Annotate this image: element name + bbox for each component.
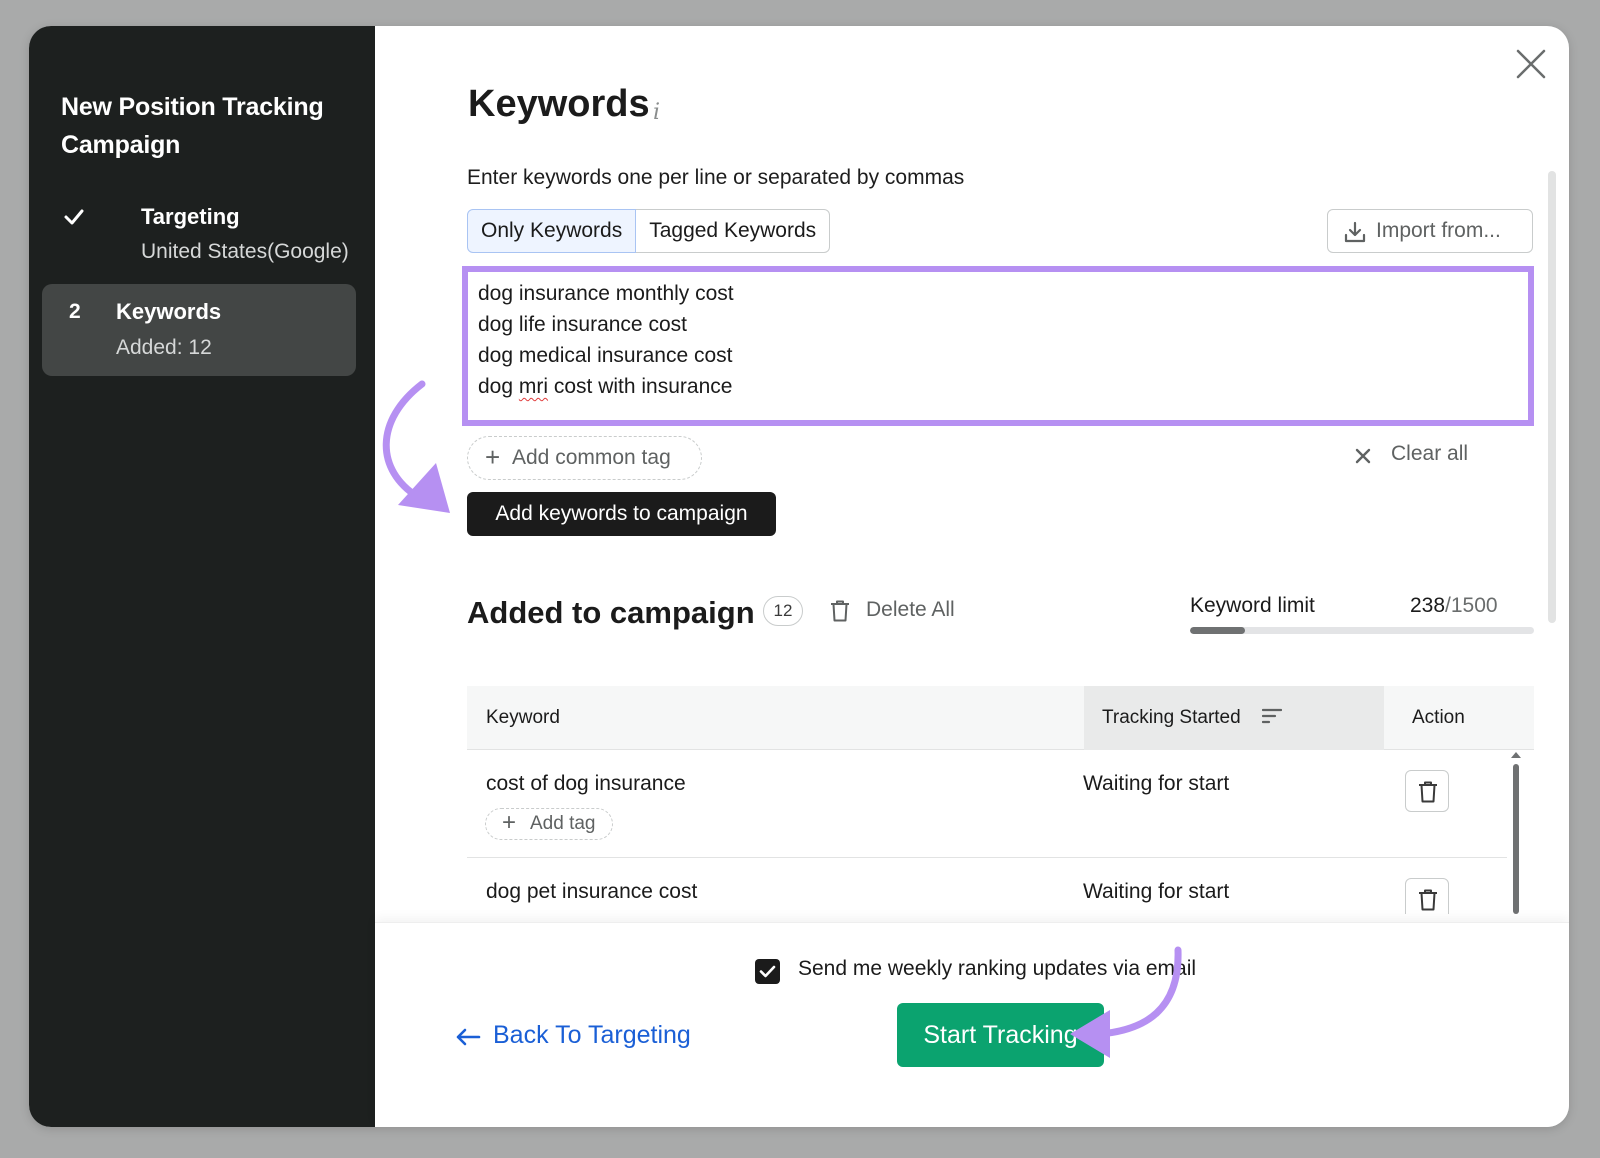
table-row: dog pet insurance cost Waiting for start [467,858,1507,914]
page-title: Keywords [468,83,650,125]
keyword-line: dog mri cost with insurance [478,371,1518,402]
step-targeting[interactable]: Targeting United States(Google) [61,202,361,282]
start-tracking-button[interactable]: Start Tracking [897,1003,1104,1067]
step-keywords-label: Keywords [116,299,222,324]
download-icon [1344,221,1366,243]
column-tracking-label: Tracking Started [1102,707,1241,728]
scroll-up-icon[interactable] [1511,752,1521,758]
table-header: Keyword Tracking Started Action [467,686,1534,750]
step-targeting-label: Targeting [141,204,240,229]
added-section-title: Added to campaign [467,595,755,630]
modal-footer: Send me weekly ranking updates via email… [375,922,1569,1127]
sidebar-title: New Position Tracking Campaign [61,93,324,159]
column-tracking-started[interactable]: Tracking Started [1084,686,1384,750]
add-common-tag-button[interactable]: + Add common tag [467,436,702,480]
close-icon[interactable] [1515,48,1547,80]
sort-icon [1262,708,1282,724]
close-icon [1355,448,1371,464]
back-label: Back To Targeting [493,1021,691,1049]
back-to-targeting-link[interactable]: Back To Targeting [455,1021,691,1050]
check-icon [759,965,776,978]
panel-scrollbar[interactable] [1548,171,1556,623]
keyword-count-badge: 12 [763,596,803,626]
misspelled-word: mri [518,375,549,398]
add-tag-button[interactable]: + Add tag [485,808,613,840]
delete-all-label: Delete All [866,598,955,621]
keywords-instruction: Enter keywords one per line or separated… [467,166,965,189]
plus-icon: + [502,809,517,836]
trash-icon [1419,889,1437,911]
check-icon [64,209,84,225]
keywords-table: Keyword Tracking Started Action cost of … [467,686,1534,914]
clear-all-label: Clear all [1391,442,1469,465]
keyword-limit-label: Keyword limit [1190,594,1315,617]
row-delete-button[interactable] [1405,878,1449,914]
keyword-line: dog medical insurance cost [478,344,733,367]
keyword-text: cost with insurance [548,375,733,398]
row-keyword: dog pet insurance cost [486,880,698,903]
keyword-limit-fill [1190,627,1245,634]
add-tag-label: Add tag [530,813,596,834]
step-number: 2 [69,300,81,323]
row-status: Waiting for start [1083,772,1230,795]
keyword-line: dog insurance monthly cost [478,282,734,305]
keyword-mode-tabs: Only Keywords Tagged Keywords [467,209,831,253]
import-label: Import from... [1376,219,1501,242]
step-keywords-sub: Added: 12 [116,336,212,359]
wizard-sidebar: New Position Tracking Campaign Targeting… [29,26,375,1127]
clear-all-button[interactable]: Clear all [1355,442,1468,466]
row-delete-button[interactable] [1405,770,1449,812]
trash-icon [1419,781,1437,803]
column-keyword: Keyword [486,707,560,728]
tab-tagged-keywords[interactable]: Tagged Keywords [636,209,831,253]
import-button[interactable]: Import from... [1327,209,1533,253]
keyword-limit-bar [1190,627,1534,634]
add-keywords-button[interactable]: Add keywords to campaign [467,492,776,536]
plus-icon: + [485,442,501,472]
trash-icon [831,600,849,622]
keywords-textarea[interactable]: dog insurance monthly cost dog life insu… [462,266,1534,426]
keyword-text: dog [478,375,519,398]
arrow-left-icon [456,1028,481,1046]
table-row: cost of dog insurance + Add tag Waiting … [467,750,1507,858]
keywords-panel: Keywords i Enter keywords one per line o… [375,26,1569,1127]
add-common-tag-label: Add common tag [512,446,671,469]
table-scrollbar[interactable] [1513,764,1519,914]
step-keywords[interactable]: 2 Keywords Added: 12 [42,284,356,376]
limit-used: 238 [1410,594,1446,617]
keyword-line: dog life insurance cost [478,313,687,336]
limit-total: /1500 [1445,594,1498,617]
delete-all-button[interactable]: Delete All [830,598,955,622]
step-targeting-sub: United States(Google) [141,240,349,263]
keyword-limit-value: 238/1500 [1410,594,1498,618]
info-icon[interactable]: i [653,100,660,125]
email-updates-checkbox[interactable] [755,959,780,984]
row-keyword: cost of dog insurance [486,772,686,795]
row-status: Waiting for start [1083,880,1230,903]
column-action: Action [1412,707,1465,728]
tab-only-keywords[interactable]: Only Keywords [467,209,637,253]
campaign-modal: New Position Tracking Campaign Targeting… [29,26,1569,1127]
email-updates-label[interactable]: Send me weekly ranking updates via email [798,957,1196,981]
